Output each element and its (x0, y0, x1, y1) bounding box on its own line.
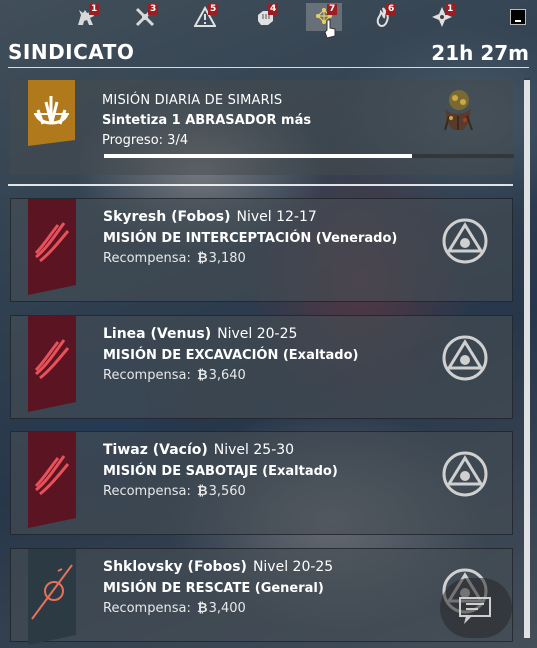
page-title: SINDICATO (8, 40, 135, 64)
mission-reward: Recompensa: ₿3,180 (103, 250, 246, 266)
progress-fill (104, 154, 412, 158)
reward-value: 3,560 (208, 484, 246, 499)
reset-timer: 21h 27m (431, 41, 529, 65)
mission-type: MISIÓN DE SABOTAJE (Exaltado) (103, 464, 338, 479)
tab-crossed-swords[interactable]: 3 (127, 3, 163, 31)
standing-icon: ₿ (196, 251, 208, 266)
abrasador-creature-icon (444, 90, 473, 131)
mission-location-line: Skyresh (Fobos) Nivel 12-17 (103, 209, 317, 225)
mission-type: MISIÓN DE EXCAVACIÓN (Exaltado) (103, 348, 359, 363)
tab-flame[interactable]: 6 (365, 3, 401, 31)
progress-bar (104, 154, 514, 158)
reward-value: 3,640 (208, 368, 246, 383)
mission-reward: Recompensa: ₿3,640 (103, 367, 246, 383)
mission-card[interactable]: Skyresh (Fobos) Nivel 12-17 MISIÓN DE INT… (10, 198, 513, 302)
minimize-button[interactable] (510, 9, 526, 25)
reward-value: 3,180 (208, 251, 246, 266)
top-notification-bar: 1 3 5 4 7 6 1 (0, 0, 537, 39)
mission-location: Linea (Venus) (103, 326, 212, 342)
mission-level: Nivel 20-25 (252, 559, 334, 575)
rank-triangle-icon (442, 218, 488, 264)
mission-card[interactable]: Tiwaz (Vacío) Nivel 25-30 MISIÓN DE SABOT… (10, 431, 513, 535)
badge-count: 6 (386, 4, 397, 15)
mouse-pointer-icon (324, 19, 336, 39)
mission-location-line: Shklovsky (Fobos) Nivel 20-25 (103, 559, 333, 575)
badge-count: 7 (327, 4, 338, 15)
perrin-sequence-icon (28, 549, 76, 645)
mission-location-line: Linea (Venus) Nivel 20-25 (103, 326, 297, 342)
badge-count: 5 (208, 4, 219, 15)
daily-mission-card[interactable]: MISIÓN DIARIA DE SIMARIS Sintetiza 1 ABR… (10, 80, 514, 175)
tab-wolf[interactable]: 1 (68, 3, 104, 31)
daily-mission-title: MISIÓN DIARIA DE SIMARIS (102, 93, 283, 108)
mission-level: Nivel 20-25 (217, 326, 298, 342)
reward-label: Recompensa: (103, 251, 191, 266)
chat-button[interactable] (440, 578, 512, 638)
badge-count: 1 (445, 4, 456, 15)
simaris-icon (28, 80, 75, 146)
badge-count: 1 (89, 4, 100, 15)
standing-icon: ₿ (196, 484, 208, 499)
mission-card[interactable]: Linea (Venus) Nivel 20-25 MISIÓN DE EXCAV… (10, 315, 513, 419)
daily-mission-progress-text: Progreso: 3/4 (102, 133, 189, 148)
mission-location: Skyresh (Fobos) (103, 209, 231, 225)
mission-card[interactable]: Shklovsky (Fobos) Nivel 20-25 MISIÓN DE R… (10, 548, 513, 645)
mission-reward: Recompensa: ₿3,560 (103, 483, 246, 499)
tab-fist[interactable]: 4 (247, 3, 283, 31)
reward-label: Recompensa: (103, 484, 191, 499)
rank-triangle-icon (442, 335, 488, 381)
mission-level: Nivel 12-17 (236, 209, 317, 225)
section-divider (8, 184, 513, 186)
mission-location: Shklovsky (Fobos) (103, 559, 247, 575)
tab-warning[interactable]: 5 (187, 3, 223, 31)
reward-label: Recompensa: (103, 368, 191, 383)
mission-level: Nivel 25-30 (213, 442, 295, 458)
header-divider (8, 67, 529, 68)
badge-count: 4 (268, 4, 279, 15)
reward-value: 3,400 (208, 601, 246, 616)
daily-mission-description: Sintetiza 1 ABRASADOR más (102, 113, 312, 128)
red-veil-feather-icon (28, 316, 76, 412)
mission-location: Tiwaz (Vacío) (103, 442, 208, 458)
standing-icon: ₿ (196, 601, 208, 616)
rank-triangle-icon (442, 451, 488, 497)
mission-type: MISIÓN DE INTERCEPTACIÓN (Venerado) (103, 231, 398, 246)
reward-label: Recompensa: (103, 601, 191, 616)
mission-type: MISIÓN DE RESCATE (General) (103, 581, 324, 596)
chat-icon (459, 597, 491, 624)
badge-count: 3 (148, 4, 159, 15)
scrollbar-thumb[interactable] (524, 80, 530, 638)
tab-shuriken[interactable]: 1 (424, 3, 460, 31)
red-veil-feather-icon (28, 199, 76, 295)
standing-icon: ₿ (196, 368, 208, 383)
red-veil-feather-icon (28, 432, 76, 528)
mission-location-line: Tiwaz (Vacío) Nivel 25-30 (103, 442, 294, 458)
mission-reward: Recompensa: ₿3,400 (103, 600, 246, 616)
